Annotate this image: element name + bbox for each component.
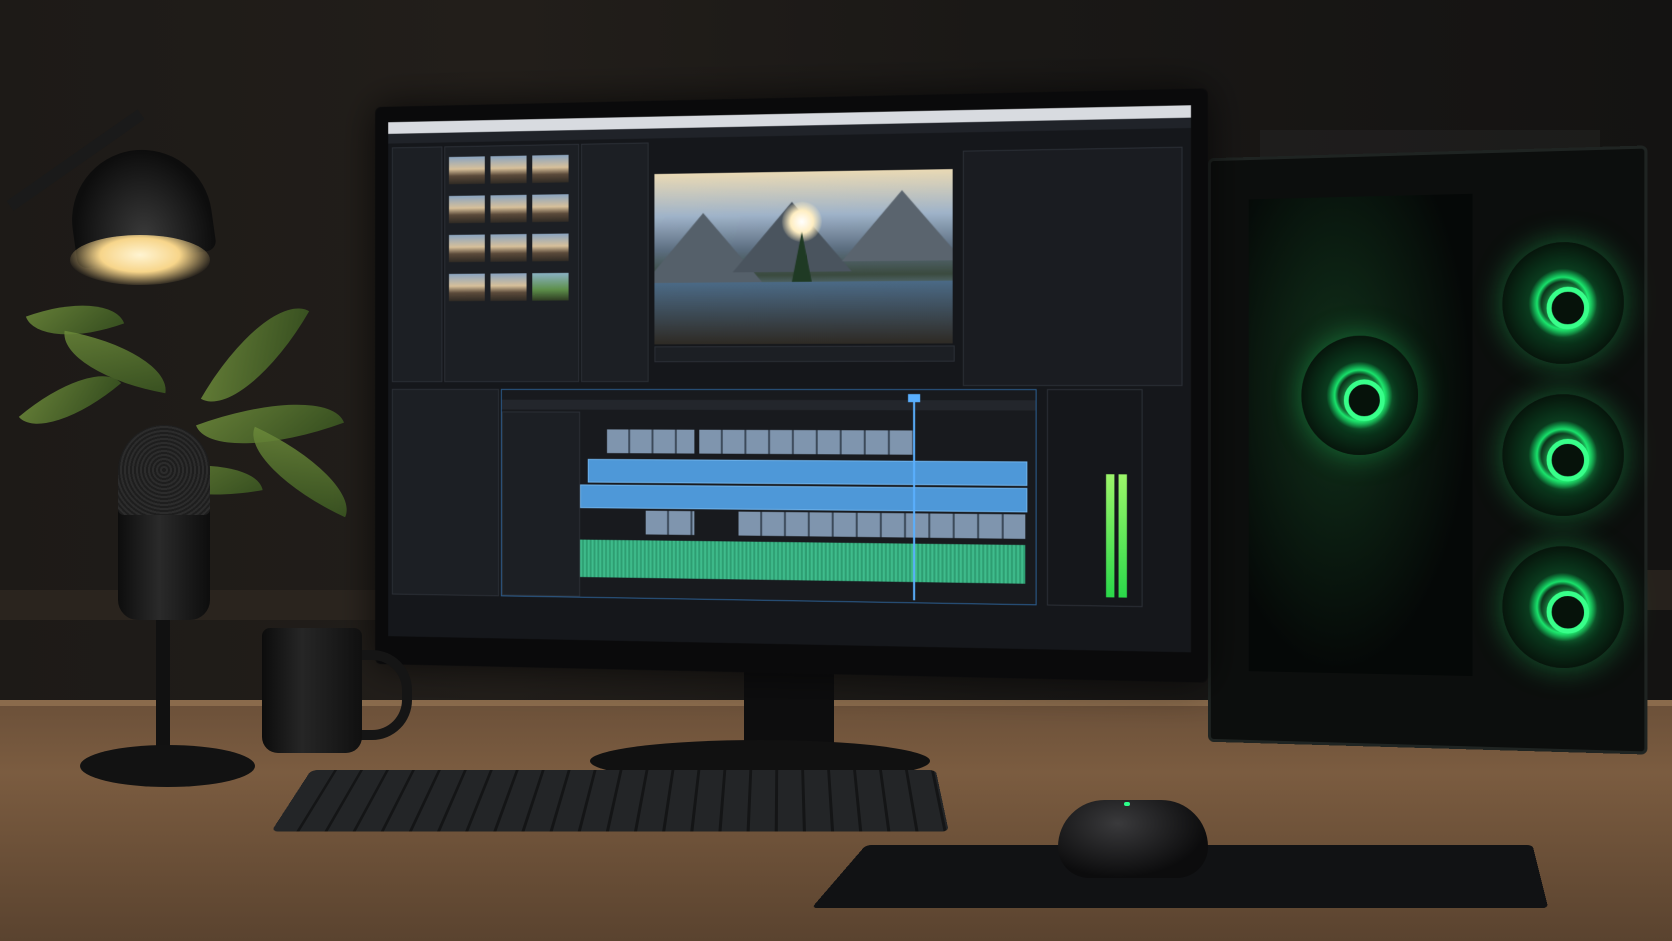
media-thumbnail[interactable] bbox=[448, 234, 485, 263]
video-clip[interactable] bbox=[738, 511, 1026, 539]
shelf-left bbox=[0, 590, 420, 620]
video-clip[interactable] bbox=[607, 429, 695, 454]
media-thumbnail[interactable] bbox=[490, 234, 527, 262]
playhead[interactable] bbox=[913, 398, 916, 601]
media-thumbnail[interactable] bbox=[448, 273, 485, 302]
microphone-grille bbox=[118, 425, 210, 515]
lamp-light bbox=[70, 235, 210, 285]
monitor-screen bbox=[388, 105, 1191, 653]
essential-graphics-panel[interactable] bbox=[962, 146, 1183, 387]
mug-icon bbox=[262, 628, 362, 753]
media-thumbnail[interactable] bbox=[490, 194, 527, 223]
mouse-led bbox=[1124, 802, 1130, 806]
track-headers[interactable] bbox=[501, 411, 581, 597]
media-thumbnail[interactable] bbox=[532, 154, 569, 183]
program-monitor-preview[interactable] bbox=[654, 169, 953, 345]
keyboard-icon[interactable] bbox=[271, 770, 949, 832]
media-thumbnail[interactable] bbox=[448, 156, 485, 185]
audio-clip[interactable] bbox=[580, 539, 1026, 584]
project-panel[interactable] bbox=[391, 146, 443, 383]
playhead-handle[interactable] bbox=[908, 394, 921, 403]
project-files-panel[interactable] bbox=[391, 388, 500, 597]
microphone-base bbox=[80, 745, 255, 787]
pc-fan-icon bbox=[1502, 545, 1624, 670]
effects-panel[interactable] bbox=[581, 142, 649, 383]
media-bin[interactable] bbox=[444, 143, 580, 383]
audio-meters bbox=[1046, 389, 1143, 608]
video-clip-blue[interactable] bbox=[587, 458, 1028, 486]
media-thumbnail[interactable] bbox=[532, 194, 569, 223]
media-thumbnail[interactable] bbox=[532, 272, 569, 301]
pc-fan-icon bbox=[1301, 335, 1419, 455]
microphone-stand bbox=[156, 620, 170, 760]
media-thumbnail[interactable] bbox=[490, 155, 527, 184]
mouse-icon[interactable] bbox=[1058, 800, 1208, 878]
video-clip[interactable] bbox=[699, 429, 914, 455]
playback-controls[interactable] bbox=[654, 345, 955, 363]
audio-meter-right bbox=[1118, 474, 1127, 598]
timeline-ruler[interactable] bbox=[501, 399, 1036, 411]
pc-fan-icon bbox=[1502, 240, 1624, 365]
monitor bbox=[375, 88, 1208, 683]
audio-meter-left bbox=[1106, 474, 1115, 598]
video-clip[interactable] bbox=[645, 510, 695, 536]
media-thumbnail[interactable] bbox=[448, 195, 485, 224]
video-clip-blue[interactable] bbox=[580, 484, 1028, 513]
pc-fan-icon bbox=[1502, 393, 1624, 517]
pc-interior bbox=[1248, 193, 1473, 677]
media-thumbnail[interactable] bbox=[490, 273, 527, 301]
media-thumbnail[interactable] bbox=[532, 233, 569, 262]
timeline-panel[interactable] bbox=[500, 388, 1037, 606]
pc-case bbox=[1208, 145, 1648, 755]
